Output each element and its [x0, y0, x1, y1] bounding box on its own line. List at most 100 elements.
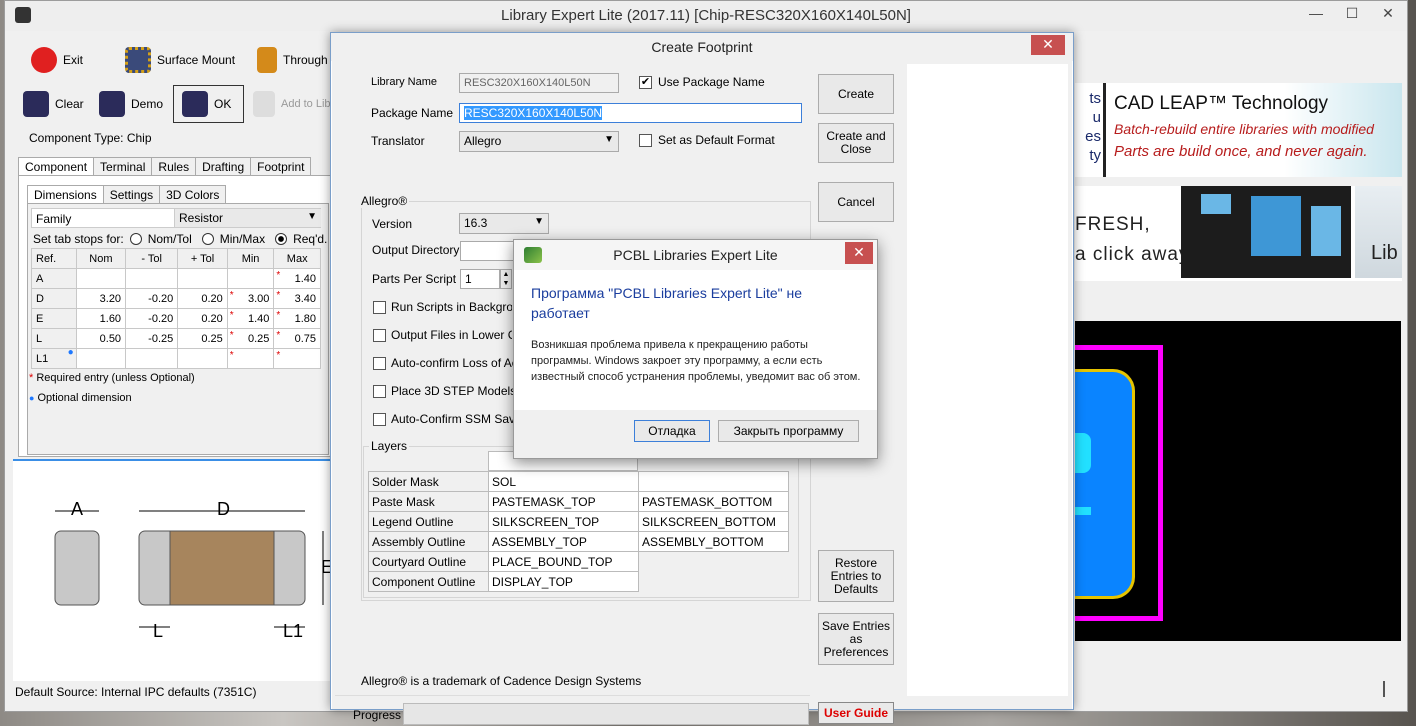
- table-row: L 0.50 -0.25 0.25 * 0.25 * 0.75: [31, 328, 321, 349]
- tabstops-label: Set tab stops for:: [33, 232, 124, 246]
- dialog-close-button[interactable]: ✕: [1031, 35, 1065, 55]
- output-directory-label: Output Directory: [372, 243, 460, 257]
- demo-button[interactable]: Demo: [99, 91, 163, 117]
- tab-dimensions[interactable]: Dimensions: [27, 185, 104, 203]
- table-row: Courtyard Outline PLACE_BOUND_TOP: [368, 551, 789, 572]
- dim-label-l1: L1: [283, 621, 304, 641]
- ok-button[interactable]: OK: [173, 85, 244, 123]
- library-name-field[interactable]: RESC320X160X140L50N: [459, 73, 619, 93]
- cancel-button[interactable]: Cancel: [818, 182, 894, 222]
- window-titlebar: Library Expert Lite (2017.11) [Chip-RESC…: [5, 1, 1407, 31]
- use-package-name-checkbox[interactable]: ✔: [639, 76, 652, 89]
- dim-label-d: D: [217, 499, 230, 519]
- cad-leap-ad[interactable]: ts u es ty CAD LEAP™ Technology Batch-re…: [1075, 83, 1402, 177]
- tab-3d-colors[interactable]: 3D Colors: [159, 185, 227, 203]
- col-min: Min: [226, 248, 275, 269]
- tab-terminal[interactable]: Terminal: [93, 157, 153, 175]
- app-error-icon: [524, 247, 542, 263]
- option-checkbox[interactable]: [373, 385, 386, 398]
- save-preferences-button[interactable]: Save Entries as Preferences: [818, 613, 894, 665]
- option-checkbox[interactable]: [373, 329, 386, 342]
- family-row: Family Resistor ▼: [31, 208, 321, 228]
- use-package-name-label: Use Package Name: [658, 75, 765, 89]
- pcb-image: [1181, 186, 1351, 278]
- add-library-icon: [253, 91, 275, 117]
- parts-per-script-field[interactable]: 1: [460, 269, 500, 289]
- family-select[interactable]: Resistor ▼: [174, 209, 321, 227]
- clear-button[interactable]: Clear: [23, 91, 84, 117]
- create-button[interactable]: Create: [818, 74, 894, 114]
- chip-icon: [125, 47, 151, 73]
- col-minus-tol: - Tol: [125, 248, 179, 269]
- user-guide-button[interactable]: User Guide: [818, 702, 894, 724]
- close-program-button[interactable]: Закрыть программу: [718, 420, 859, 442]
- spinner-arrows-icon[interactable]: ▲ ▼: [500, 269, 512, 289]
- radio-nom-tol[interactable]: [129, 233, 142, 245]
- set-default-format-label: Set as Default Format: [658, 133, 775, 147]
- tab-rules[interactable]: Rules: [151, 157, 197, 175]
- maximize-button[interactable]: ☐: [1337, 1, 1367, 25]
- required-marker: *: [276, 330, 281, 341]
- required-marker: *: [276, 350, 281, 361]
- translator-label: Translator: [371, 134, 425, 148]
- component-drawing: A D E L L1: [13, 459, 335, 681]
- required-marker: *: [276, 290, 281, 301]
- option-label: Place 3D STEP Models v: [391, 384, 516, 398]
- col-plus-tol: + Tol: [177, 248, 228, 269]
- error-dialog: PCBL Libraries Expert Lite ✕ Программа "…: [513, 239, 878, 459]
- table-row: Component Outline DISPLAY_TOP: [368, 571, 789, 592]
- through-hole-button[interactable]: Through: [257, 47, 328, 73]
- tab-drafting[interactable]: Drafting: [195, 157, 252, 175]
- debug-button[interactable]: Отладка: [634, 420, 710, 442]
- col-ref: Ref.: [31, 248, 77, 269]
- option-label: Run Scripts in Background: [391, 300, 512, 314]
- table-row: E 1.60 -0.20 0.20 * 1.40 * 1.80: [31, 308, 321, 329]
- option-checkbox[interactable]: [373, 413, 386, 426]
- version-select[interactable]: 16.3 ▼: [459, 213, 549, 234]
- restore-defaults-button[interactable]: Restore Entries to Defaults: [818, 550, 894, 602]
- surface-mount-button[interactable]: Surface Mount: [125, 47, 235, 73]
- set-default-format-checkbox[interactable]: [639, 134, 652, 147]
- translator-select[interactable]: Allegro ▼: [459, 131, 619, 152]
- tab-footprint[interactable]: Footprint: [250, 157, 312, 175]
- clear-icon: [23, 91, 49, 117]
- radio-reqd[interactable]: [275, 233, 288, 245]
- table-row: A * 1.40: [31, 268, 321, 289]
- required-marker: *: [229, 310, 234, 321]
- required-marker: *: [276, 270, 281, 281]
- library-name-label: Library Name: [371, 76, 438, 88]
- optional-marker: ●: [67, 347, 74, 358]
- chevron-down-icon: ▼: [307, 211, 317, 222]
- create-and-close-button[interactable]: Create and Close: [818, 123, 894, 163]
- dialog-title: Create Footprint: [331, 33, 1073, 61]
- app-icon: [15, 7, 31, 23]
- close-window-button[interactable]: ✕: [1373, 1, 1403, 25]
- add-to-library-button[interactable]: Add to Lib: [253, 91, 331, 117]
- required-legend: * Required entry (unless Optional): [29, 372, 195, 384]
- family-label: Family: [36, 212, 72, 226]
- package-name-field[interactable]: RESC320X160X140L50N: [459, 103, 802, 123]
- tab-component[interactable]: Component: [18, 157, 95, 175]
- tabstops-row: Set tab stops for: Nom/Tol Min/Max Req'd…: [33, 232, 328, 246]
- main-tabs: Component Terminal Rules Drafting Footpr…: [18, 157, 312, 175]
- option-label: Auto-confirm Loss of Accu: [391, 356, 516, 370]
- chevron-down-icon: ▼: [534, 216, 544, 227]
- error-close-button[interactable]: ✕: [845, 242, 873, 264]
- progress-bar: [403, 703, 809, 725]
- required-marker: *: [229, 330, 234, 341]
- ok-icon: [182, 91, 208, 117]
- tab-settings[interactable]: Settings: [102, 185, 161, 203]
- radio-min-max[interactable]: [201, 233, 214, 245]
- option-checkbox[interactable]: [373, 357, 386, 370]
- window-title: Library Expert Lite (2017.11) [Chip-RESC…: [501, 7, 911, 24]
- exit-button[interactable]: Exit: [31, 47, 83, 73]
- sub-tabs: Dimensions Settings 3D Colors: [27, 185, 227, 203]
- option-checkbox[interactable]: [373, 301, 386, 314]
- dimension-table: Ref. Nom - Tol + Tol Min Max A * 1.40 D 3…: [31, 248, 321, 369]
- col-nom: Nom: [75, 248, 127, 269]
- fresh-ad[interactable]: FRESH, a click away. Lib: [1075, 186, 1402, 281]
- required-marker: *: [229, 350, 234, 361]
- dim-label-l: L: [153, 621, 164, 641]
- pad: [1075, 369, 1135, 599]
- minimize-button[interactable]: —: [1301, 1, 1331, 25]
